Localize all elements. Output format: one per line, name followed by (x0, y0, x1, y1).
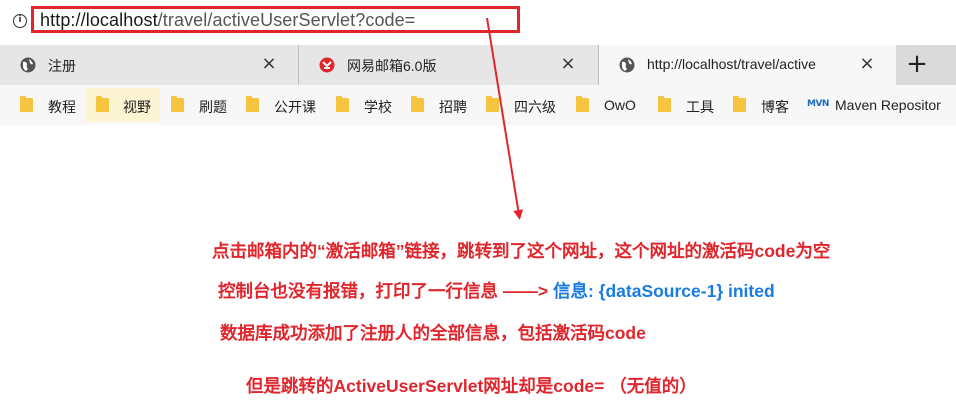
info-icon[interactable]: i (13, 14, 27, 28)
bookmark-label: 博客 (761, 99, 789, 115)
bookmark-folder[interactable]: OwO (576, 88, 646, 122)
bookmark-folder[interactable]: 刷题 (171, 88, 233, 122)
tab-register[interactable]: 注册 × (0, 45, 299, 85)
bookmark-label: 公开课 (274, 99, 316, 115)
maven-icon: MVN (807, 99, 829, 109)
new-tab-button[interactable]: + (896, 45, 938, 85)
bookmark-label: 视野 (123, 99, 151, 115)
tab-netease-mail[interactable]: 网易邮箱6.0版 × (299, 45, 599, 85)
folder-icon (658, 96, 671, 112)
annotation-note-3: 数据库成功添加了注册人的全部信息，包括激活码code (220, 323, 646, 343)
bookmarks-bar: 教程 视野 刷题 公开课 学校 招聘 四六级 OwO 工具 博客 MVN Mav… (0, 85, 956, 125)
globe-icon (619, 57, 635, 73)
console-log-text: 信息: {dataSource-1} inited (548, 281, 775, 301)
bookmark-label: 学校 (364, 99, 392, 115)
close-icon[interactable]: × (857, 54, 877, 74)
folder-icon (576, 96, 589, 112)
bookmark-maven-repository[interactable]: MVN Maven Repositor (807, 88, 956, 122)
bookmark-folder[interactable]: 招聘 (411, 88, 473, 122)
bookmark-folder[interactable]: 公开课 (246, 88, 324, 122)
bookmark-folder[interactable]: 视野 (86, 88, 160, 122)
tab-strip-end (938, 45, 956, 85)
folder-icon (246, 96, 259, 112)
bookmark-label: Maven Repositor (835, 97, 941, 113)
folder-icon (336, 96, 349, 112)
bookmark-label: 教程 (48, 99, 76, 115)
close-icon[interactable]: × (558, 54, 578, 74)
globe-icon (20, 57, 36, 73)
bookmark-folder[interactable]: 工具 (658, 88, 720, 122)
tab-strip: 注册 × 网易邮箱6.0版 × http://localhost/travel/… (0, 45, 956, 85)
folder-icon (20, 96, 33, 112)
tab-title: 注册 (48, 58, 76, 74)
netease-mail-icon (319, 57, 335, 73)
tab-active-user-servlet[interactable]: http://localhost/travel/active × (599, 45, 896, 85)
tab-title: http://localhost/travel/active (647, 56, 816, 72)
bookmark-label: 工具 (686, 99, 714, 115)
bookmark-label: OwO (604, 97, 636, 113)
bookmark-folder[interactable]: 学校 (336, 88, 398, 122)
bookmark-label: 招聘 (439, 99, 467, 115)
url-path: /travel/activeUserServlet?code= (157, 10, 416, 30)
annotation-note-2-text: 控制台也没有报错，打印了一行信息 ——> (218, 281, 549, 301)
folder-icon (96, 96, 109, 112)
folder-icon (486, 96, 499, 112)
bookmark-label: 刷题 (199, 99, 227, 115)
folder-icon (733, 96, 746, 112)
url-field[interactable]: http://localhost/travel/activeUserServle… (40, 10, 415, 31)
annotation-note-1: 点击邮箱内的“激活邮箱”链接，跳转到了这个网址，这个网址的激活码code为空 (212, 241, 831, 261)
bookmark-label: 四六级 (514, 99, 556, 115)
url-host: http://localhost (40, 10, 158, 30)
bookmark-folder[interactable]: 博客 (733, 88, 795, 122)
folder-icon (171, 96, 184, 112)
address-bar: i http://localhost/travel/activeUserServ… (0, 0, 956, 42)
folder-icon (411, 96, 424, 112)
annotation-note-2: 控制台也没有报错，打印了一行信息 ——> 信息: {dataSource-1} … (218, 278, 775, 303)
close-icon[interactable]: × (259, 54, 279, 74)
bookmark-folder[interactable]: 四六级 (486, 88, 564, 122)
annotation-note-4: 但是跳转的ActiveUserServlet网址却是code= （无值的） (246, 376, 697, 396)
bookmark-folder[interactable]: 教程 (20, 88, 82, 122)
tab-title: 网易邮箱6.0版 (347, 58, 437, 74)
